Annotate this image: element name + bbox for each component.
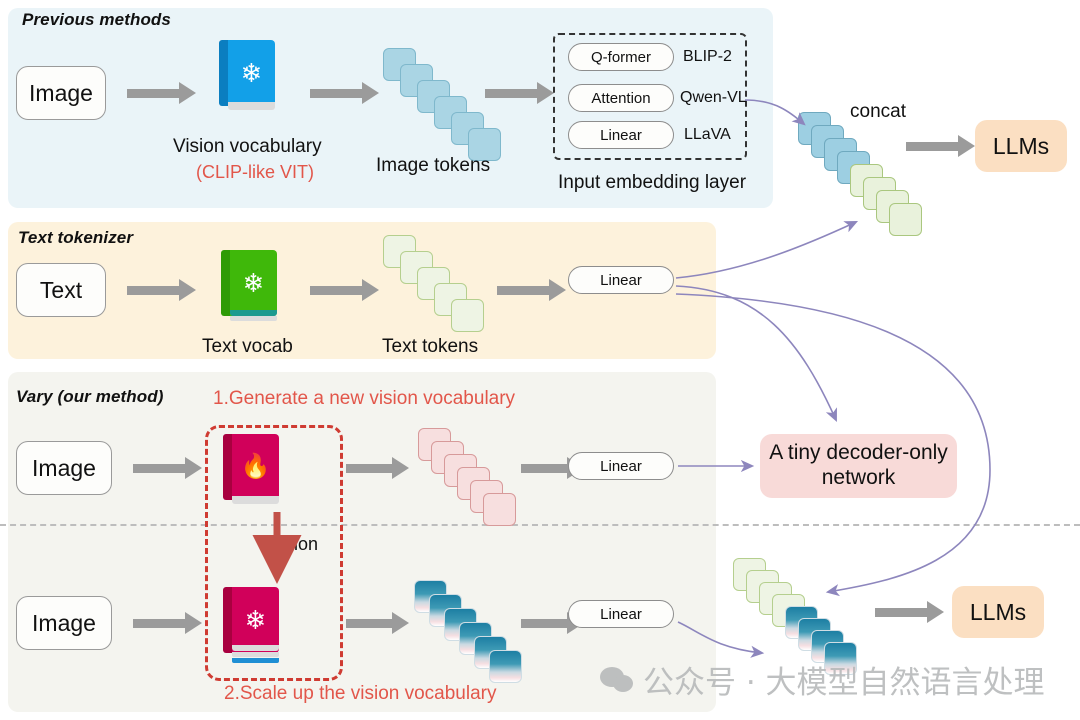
arrow-new-vocab-to-pink-tokens	[346, 457, 409, 479]
pill-linear-text[interactable]: Linear	[568, 266, 674, 294]
pill-linear-vary-row2[interactable]: Linear	[568, 600, 674, 628]
book-page-edge-blue	[232, 658, 279, 663]
book-new-vision-vocabulary: 🔥	[223, 434, 279, 508]
book-pages	[228, 102, 275, 110]
panel-title-vary: Vary (our method)	[16, 387, 164, 406]
book-vision-vocabulary: ❄	[219, 40, 275, 114]
arrow-concat-to-llms	[906, 135, 975, 157]
label-clip-like-vit: (CLIP-like VIT)	[196, 162, 315, 182]
arrow-scaled-vocab-to-grad-tokens	[346, 612, 409, 634]
book-pages	[232, 496, 279, 504]
book-page-edge	[230, 316, 277, 321]
label-qwen-vl: Qwen-VL	[680, 89, 747, 106]
panel-title-previous-methods: Previous methods	[22, 10, 171, 29]
flame-icon: 🔥	[240, 453, 271, 480]
label-text-vocab: Text vocab	[202, 336, 293, 357]
arrow-vocab-to-image-tokens	[310, 82, 379, 104]
node-image-input-vary-row1: Image	[16, 441, 112, 495]
pill-q-former[interactable]: Q-former	[568, 43, 674, 71]
label-fusion: fusion	[270, 534, 319, 554]
node-text-input: Text	[16, 263, 106, 317]
arrow-image-to-vision-vocab	[127, 82, 196, 104]
snowflake-icon: ❄	[242, 268, 265, 298]
book-page-edge-gray	[232, 652, 279, 657]
arrow-image-to-scaled-vocab	[133, 612, 202, 634]
book-text-vocab: ❄	[221, 250, 277, 324]
watermark-text: 公众号 · 大模型自然语言处理	[643, 665, 1045, 701]
arrow-tokens-to-embedding	[485, 82, 554, 104]
arrow-vocab-to-text-tokens	[310, 279, 379, 301]
arrow-image-to-new-vocab	[133, 457, 202, 479]
arrow-grad-tokens-to-linear-row2	[521, 612, 584, 634]
arrow-text-tokens-to-linear	[497, 279, 566, 301]
watermark: 公众号 · 大模型自然语言处理	[600, 657, 1045, 702]
decoder-label: A tiny decoder-only network	[769, 441, 948, 489]
book-pages	[232, 645, 279, 651]
node-llms-bottom: LLMs	[952, 586, 1044, 638]
label-llava: LLaVA	[684, 126, 731, 143]
divider-vary-rows	[0, 524, 1080, 526]
node-llms-top: LLMs	[975, 120, 1067, 172]
pill-linear-embedding[interactable]: Linear	[568, 121, 674, 149]
label-blip-2: BLIP-2	[683, 48, 732, 65]
label-step-1-generate-vocabulary: 1.Generate a new vision vocabulary	[213, 388, 516, 409]
diagram-canvas: Previous methods Image ❄ Vision vocabula…	[0, 0, 1080, 720]
wechat-icon	[600, 666, 634, 694]
node-tiny-decoder-only-network: A tiny decoder-only network	[760, 434, 957, 498]
pill-linear-vary-row1[interactable]: Linear	[568, 452, 674, 480]
node-image-input-previous: Image	[16, 66, 106, 120]
snowflake-icon: ❄	[244, 605, 267, 635]
arrow-final-concat-to-llms	[875, 601, 944, 623]
node-image-input-vary-row2: Image	[16, 596, 112, 650]
pill-attention[interactable]: Attention	[568, 84, 674, 112]
arrow-text-to-text-vocab	[127, 279, 196, 301]
snowflake-icon: ❄	[240, 58, 263, 88]
label-image-tokens: Image tokens	[376, 155, 491, 176]
label-input-embedding-layer: Input embedding layer	[558, 172, 747, 193]
panel-title-text-tokenizer: Text tokenizer	[18, 228, 134, 247]
label-step-2-scale-up-vocabulary: 2.Scale up the vision vocabulary	[224, 683, 497, 704]
label-vision-vocabulary: Vision vocabulary	[173, 136, 322, 157]
label-concat: concat	[850, 101, 906, 122]
arrow-pink-tokens-to-linear-row1	[521, 457, 584, 479]
label-text-tokens: Text tokens	[382, 336, 479, 357]
book-scaled-vision-vocabulary: ❄	[223, 587, 279, 663]
